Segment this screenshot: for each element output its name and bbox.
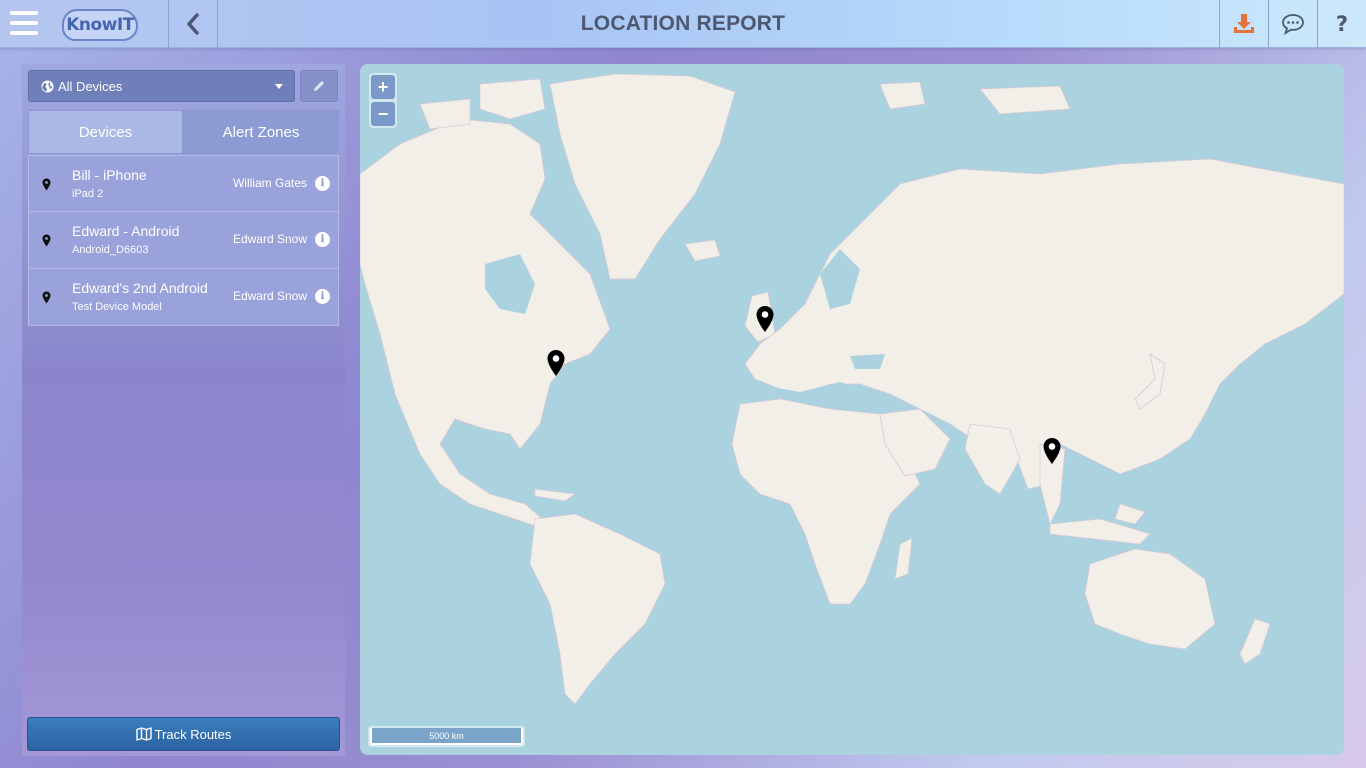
help-button[interactable]: ? (1318, 0, 1366, 48)
pencil-icon (314, 81, 324, 91)
sidebar: All Devices Devices Alert Zones Bill - i… (22, 64, 345, 756)
device-list: Bill - iPhone iPad 2 William Gates i Edw… (28, 155, 339, 326)
info-icon[interactable]: i (315, 232, 330, 247)
device-model: Android_D6603 (72, 244, 149, 256)
map-marker-icon[interactable] (1042, 437, 1062, 465)
tab-label: Devices (78, 123, 133, 141)
logo-text: KnowIT (66, 15, 134, 35)
device-model: Test Device Model (72, 301, 162, 313)
device-owner: Edward Snow (232, 289, 307, 303)
knowit-logo: KnowIT (62, 9, 138, 41)
info-icon[interactable]: i (315, 289, 330, 304)
download-button[interactable] (1220, 0, 1268, 48)
edit-filter-button[interactable] (300, 70, 338, 102)
list-item[interactable]: Edward - Android Android_D6603 Edward Sn… (28, 212, 339, 269)
map-scale: 5000 km (368, 726, 525, 747)
zoom-control: + − (369, 73, 397, 128)
device-filter-value: All Devices (58, 78, 123, 94)
device-filter-dropdown[interactable]: All Devices (28, 70, 295, 102)
track-routes-button[interactable]: Track Routes (27, 717, 340, 751)
world-map-tiles (360, 64, 1344, 755)
map-pin-icon (42, 291, 51, 304)
list-item[interactable]: Edward's 2nd Android Test Device Model E… (28, 269, 339, 326)
device-name: Bill - iPhone (72, 167, 147, 183)
device-owner: William Gates (232, 176, 307, 190)
tab-alert-zones[interactable]: Alert Zones (183, 110, 339, 154)
info-icon[interactable]: i (315, 176, 330, 191)
back-button[interactable] (169, 0, 217, 48)
device-owner: Edward Snow (232, 232, 307, 246)
app-header: KnowIT LOCATION REPORT ? (0, 0, 1366, 48)
chat-icon (1282, 14, 1304, 35)
map-icon (135, 727, 152, 741)
zoom-out-button[interactable]: − (371, 102, 395, 126)
help-icon: ? (1335, 12, 1349, 36)
map-pin-icon (42, 234, 51, 247)
chat-button[interactable] (1269, 0, 1317, 48)
device-name: Edward's 2nd Android (72, 280, 208, 296)
track-routes-label: Track Routes (154, 726, 232, 742)
map-marker-icon[interactable] (755, 305, 775, 333)
tab-devices[interactable]: Devices (28, 110, 183, 154)
map-marker-icon[interactable] (546, 349, 566, 377)
world-map[interactable]: + − 5000 km (360, 64, 1344, 755)
map-pin-icon (42, 178, 51, 191)
device-model: iPad 2 (72, 188, 104, 200)
globe-icon (41, 80, 54, 92)
chevron-left-icon (187, 13, 199, 35)
menu-icon[interactable] (10, 11, 38, 37)
caret-down-icon (275, 84, 283, 89)
scale-label: 5000 km (370, 728, 523, 745)
tab-label: Alert Zones (222, 123, 300, 141)
download-icon (1234, 14, 1254, 33)
zoom-in-button[interactable]: + (371, 75, 395, 99)
device-name: Edward - Android (72, 223, 180, 239)
header-divider (217, 0, 218, 48)
list-item[interactable]: Bill - iPhone iPad 2 William Gates i (28, 155, 339, 212)
